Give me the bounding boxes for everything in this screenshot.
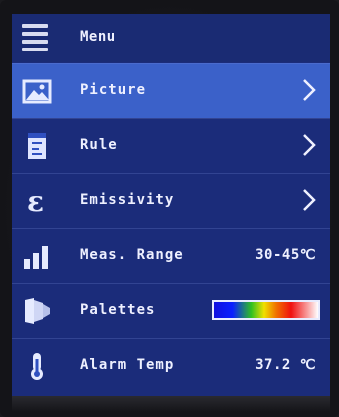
menu-item-label: Picture [80, 82, 147, 98]
picture-icon [22, 76, 52, 106]
chevron-right-icon [302, 188, 316, 212]
device-frame: Menu Picture Rule ε Emissivity Meas. Ran… [0, 0, 339, 417]
menu-header: Menu [12, 14, 330, 62]
menu-item-meas-range[interactable]: Meas. Range 30-45℃ [12, 228, 330, 283]
chevron-right-icon [302, 78, 316, 102]
alarm-temp-value: 37.2 ℃ [255, 357, 316, 373]
thermometer-icon [22, 351, 52, 381]
palette-preview-bar [212, 300, 320, 320]
header-title: Menu [80, 29, 116, 45]
epsilon-icon: ε [22, 185, 52, 218]
menu-item-palettes[interactable]: Palettes [12, 283, 330, 338]
menu-item-label: Rule [80, 137, 118, 153]
menu-item-label: Emissivity [80, 192, 175, 208]
bottom-bezel [12, 396, 330, 412]
meas-range-value: 30-45℃ [255, 247, 316, 263]
menu-item-picture[interactable]: Picture [12, 63, 330, 118]
menu-item-label: Meas. Range [80, 247, 184, 263]
lcd-screen: Menu Picture Rule ε Emissivity Meas. Ran… [12, 14, 330, 396]
menu-icon[interactable] [22, 23, 48, 51]
chevron-right-icon [302, 133, 316, 157]
menu-item-label: Palettes [80, 302, 156, 318]
menu-item-emissivity[interactable]: ε Emissivity [12, 173, 330, 228]
ruler-icon [22, 131, 52, 161]
signal-bars-icon [22, 241, 52, 271]
palette-fan-icon [22, 296, 52, 326]
svg-text:ε: ε [27, 186, 44, 216]
menu-item-alarm-temp[interactable]: Alarm Temp 37.2 ℃ [12, 338, 330, 393]
menu-item-rule[interactable]: Rule [12, 118, 330, 173]
menu-item-label: Alarm Temp [80, 357, 175, 373]
